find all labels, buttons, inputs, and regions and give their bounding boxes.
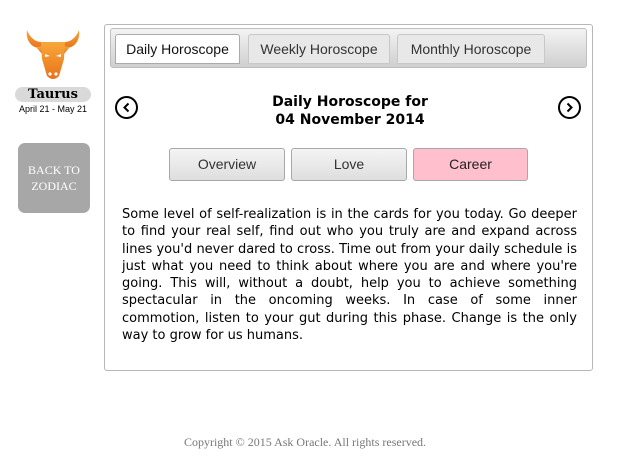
- date-title-line2: 04 November 2014: [275, 112, 425, 128]
- taurus-bull-icon: [26, 30, 80, 79]
- tab-bar: Daily Horoscope Weekly Horoscope Monthly…: [110, 28, 587, 68]
- sign-name: Taurus: [15, 87, 91, 102]
- horoscope-panel: Daily Horoscope Weekly Horoscope Monthly…: [104, 24, 593, 371]
- next-day-button[interactable]: [558, 96, 581, 119]
- back-to-zodiac-button[interactable]: BACK TO ZODIAC: [18, 143, 90, 213]
- tab-label: Weekly Horoscope: [260, 41, 378, 57]
- tab-label: Daily Horoscope: [126, 41, 229, 57]
- copyright-footer: Copyright © 2015 Ask Oracle. All rights …: [183, 435, 427, 449]
- date-title-line1: Daily Horoscope for: [272, 94, 428, 110]
- category-label: Love: [333, 156, 365, 172]
- tab-daily-horoscope[interactable]: Daily Horoscope: [115, 34, 240, 64]
- previous-day-button[interactable]: [115, 96, 138, 119]
- tab-label: Monthly Horoscope: [410, 41, 532, 57]
- date-title: Daily Horoscope for 04 November 2014: [235, 93, 465, 129]
- tab-monthly-horoscope[interactable]: Monthly Horoscope: [397, 34, 545, 64]
- back-button-label: BACK TO ZODIAC: [28, 163, 80, 193]
- category-career-button[interactable]: Career: [413, 148, 528, 181]
- category-love-button[interactable]: Love: [291, 148, 407, 181]
- zodiac-sign-block: Taurus April 21 - May 21: [13, 24, 93, 114]
- chevron-right-icon: [566, 102, 573, 113]
- category-overview-button[interactable]: Overview: [169, 148, 285, 181]
- sign-dates: April 21 - May 21: [18, 104, 88, 114]
- category-label: Overview: [197, 156, 257, 172]
- horoscope-reading-text: Some level of self-realization is in the…: [122, 207, 577, 344]
- category-label: Career: [449, 156, 492, 172]
- tab-weekly-horoscope[interactable]: Weekly Horoscope: [248, 34, 390, 64]
- chevron-left-icon: [123, 102, 130, 113]
